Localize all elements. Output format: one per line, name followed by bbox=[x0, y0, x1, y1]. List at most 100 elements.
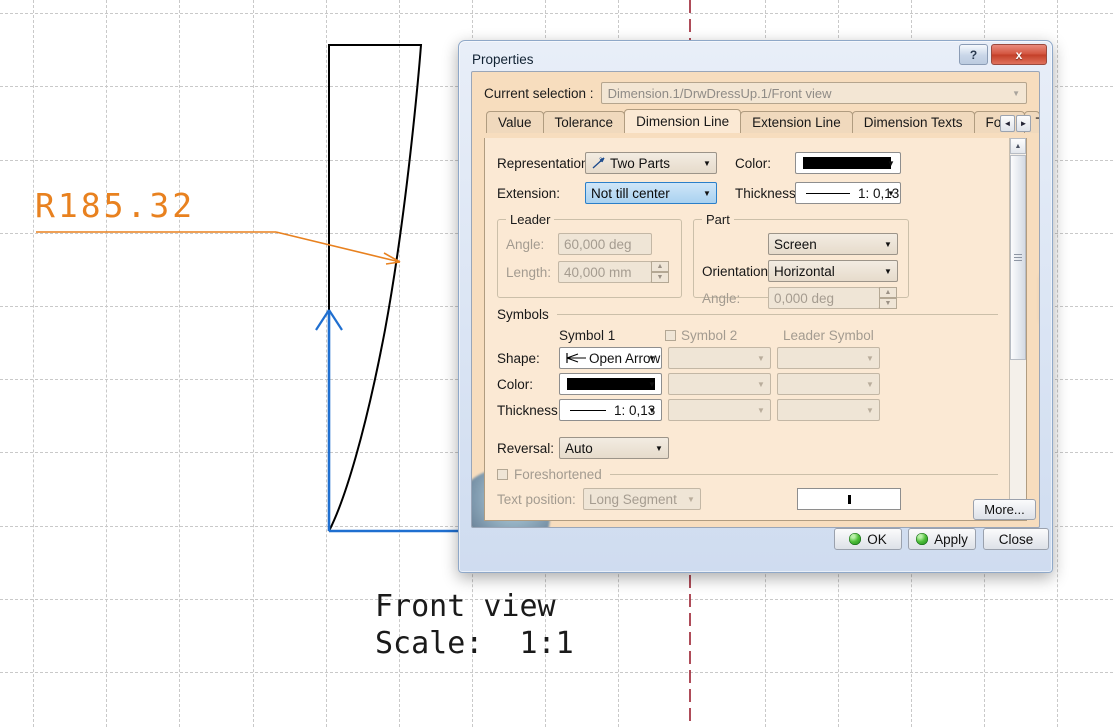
symbol2-color-combo[interactable]: ▼ bbox=[668, 373, 771, 395]
pane-scrollbar[interactable]: ▲ ▼ bbox=[1009, 138, 1026, 520]
help-icon[interactable]: ? bbox=[959, 44, 988, 65]
text-position-row: Text position: Long Segment ▼ bbox=[497, 488, 998, 510]
symbols-section-header: Symbols bbox=[497, 307, 998, 322]
symbol-color-label: Color: bbox=[497, 376, 534, 392]
part-mode-row: Screen ▼ bbox=[702, 233, 900, 255]
symbol1-col-header: Symbol 1 bbox=[559, 328, 616, 343]
representation-value: Two Parts bbox=[610, 155, 671, 171]
symbol1-shape-combo[interactable]: Open Arrow ▼ bbox=[559, 347, 662, 369]
leader-angle-value: 60,000 deg bbox=[564, 236, 632, 252]
stepper-down-icon[interactable]: ▼ bbox=[879, 298, 897, 309]
part-angle-value: 0,000 deg bbox=[774, 290, 835, 306]
symbol-color-row: Color: ▼ ▼ ▼ bbox=[497, 373, 998, 395]
tab-scroll-buttons[interactable]: ◄ ► bbox=[1000, 115, 1031, 132]
leader-group-legend: Leader bbox=[510, 212, 551, 227]
symbol1-color-combo[interactable]: ▼ bbox=[559, 373, 662, 395]
dimline-thickness-label: Thickness: bbox=[735, 185, 800, 201]
leader-symbol-thickness-combo[interactable]: ▼ bbox=[777, 399, 880, 421]
dimline-color-label: Color: bbox=[735, 155, 772, 171]
chevron-down-icon: ▼ bbox=[887, 188, 895, 198]
tab-bar[interactable]: Value Tolerance Dimension Line Extension… bbox=[472, 104, 1039, 133]
chevron-down-icon: ▼ bbox=[884, 239, 892, 249]
text-position-preview[interactable] bbox=[797, 488, 901, 510]
representation-combo[interactable]: 2 Two Parts ▼ bbox=[585, 152, 717, 174]
symbol2-checkbox[interactable] bbox=[665, 330, 676, 341]
close-button[interactable]: Close bbox=[983, 528, 1049, 550]
chevron-down-icon: ▼ bbox=[648, 353, 656, 363]
scroll-up-icon[interactable]: ▲ bbox=[1010, 138, 1026, 154]
tab-dimension-texts[interactable]: Dimension Texts bbox=[851, 111, 975, 133]
leader-length-stepper[interactable]: ▲ ▼ bbox=[651, 261, 669, 283]
dimline-color-combo[interactable]: ▼ bbox=[795, 152, 901, 174]
text-position-value: Long Segment bbox=[589, 491, 677, 507]
part-group: Part Screen ▼ Orientation: Horizontal ▼ … bbox=[693, 212, 909, 309]
symbol2-col-header[interactable]: Symbol 2 bbox=[665, 328, 783, 343]
text-position-combo[interactable]: Long Segment ▼ bbox=[583, 488, 701, 510]
chevron-down-icon: ▼ bbox=[687, 494, 695, 504]
apply-button[interactable]: Apply bbox=[908, 528, 976, 550]
dialog-title: Properties bbox=[472, 52, 534, 67]
part-group-legend: Part bbox=[706, 212, 730, 227]
tab-next-icon[interactable]: ► bbox=[1016, 115, 1031, 132]
leader-angle-field[interactable]: 60,000 deg bbox=[558, 233, 652, 255]
symbol2-shape-combo[interactable]: ▼ bbox=[668, 347, 771, 369]
view-label[interactable]: Front view Scale: 1:1 bbox=[375, 588, 574, 662]
extension-label: Extension: bbox=[497, 185, 561, 201]
dimline-thickness-combo[interactable]: 1: 0,13 ▼ bbox=[795, 182, 901, 204]
scrollbar-thumb[interactable] bbox=[1010, 155, 1026, 360]
current-selection-field[interactable]: Dimension.1/DrwDressUp.1/Front view ▼ bbox=[600, 82, 1027, 104]
chevron-down-icon: ▼ bbox=[884, 266, 892, 276]
stepper-up-icon[interactable]: ▲ bbox=[879, 287, 897, 298]
chevron-down-icon: ▼ bbox=[703, 188, 711, 198]
foreshortened-label: Foreshortened bbox=[514, 467, 602, 482]
leader-symbol-shape-combo[interactable]: ▼ bbox=[777, 347, 880, 369]
dialog-titlebar[interactable]: Properties ? x bbox=[463, 44, 1048, 74]
divider bbox=[556, 314, 998, 315]
chevron-down-icon: ▼ bbox=[757, 353, 765, 363]
stepper-up-icon[interactable]: ▲ bbox=[651, 261, 669, 272]
foreshortened-checkbox[interactable] bbox=[497, 469, 508, 480]
text-position-marker-icon bbox=[847, 494, 851, 504]
chevron-down-icon: ▼ bbox=[703, 158, 711, 168]
foreshortened-row[interactable]: Foreshortened bbox=[497, 467, 998, 482]
part-orientation-combo[interactable]: Horizontal ▼ bbox=[768, 260, 898, 282]
two-parts-icon: 2 bbox=[592, 157, 605, 169]
extension-combo[interactable]: Not till center ▼ bbox=[585, 182, 717, 204]
reversal-combo[interactable]: Auto ▼ bbox=[559, 437, 669, 459]
symbols-legend: Symbols bbox=[497, 307, 549, 322]
chevron-down-icon: ▼ bbox=[866, 379, 874, 389]
leader-symbol-color-combo[interactable]: ▼ bbox=[777, 373, 880, 395]
representation-row: Representation: 2 Two Parts ▼ Color: ▼ bbox=[497, 152, 998, 174]
properties-dialog[interactable]: Properties ? x Current selection : Dimen… bbox=[458, 40, 1053, 573]
symbol-shape-row: Shape: Open Arrow ▼ ▼ ▼ bbox=[497, 347, 998, 369]
extension-row: Extension: Not till center ▼ Thickness: … bbox=[497, 182, 998, 204]
ok-button[interactable]: OK bbox=[834, 528, 902, 550]
reversal-value: Auto bbox=[565, 440, 593, 456]
leader-length-row: Length: 40,000 mm ▲ ▼ bbox=[506, 261, 673, 283]
tab-extension-line[interactable]: Extension Line bbox=[740, 111, 853, 133]
dimension-value-text[interactable]: R185.32 bbox=[35, 186, 195, 225]
chevron-down-icon: ▼ bbox=[887, 158, 895, 168]
current-selection-label: Current selection : bbox=[484, 85, 594, 101]
stepper-down-icon[interactable]: ▼ bbox=[651, 272, 669, 283]
leader-length-field[interactable]: 40,000 mm bbox=[558, 261, 652, 283]
view-label-line1: Front view bbox=[375, 589, 556, 624]
tab-prev-icon[interactable]: ◄ bbox=[1000, 115, 1015, 132]
scrollbar-grip-icon bbox=[1014, 254, 1022, 261]
extension-value: Not till center bbox=[591, 185, 670, 201]
more-button[interactable]: More... bbox=[973, 499, 1036, 520]
part-mode-combo[interactable]: Screen ▼ bbox=[768, 233, 898, 255]
tab-dimension-line[interactable]: Dimension Line bbox=[624, 109, 742, 133]
open-arrow-icon bbox=[566, 353, 586, 363]
part-angle-stepper[interactable]: ▲ ▼ bbox=[879, 287, 897, 309]
shape-label: Shape: bbox=[497, 350, 540, 366]
tab-tolerance[interactable]: Tolerance bbox=[542, 111, 626, 133]
close-icon[interactable]: x bbox=[991, 44, 1047, 65]
chevron-down-icon: ▼ bbox=[648, 405, 656, 415]
part-angle-field[interactable]: 0,000 deg bbox=[768, 287, 880, 309]
symbol2-thickness-combo[interactable]: ▼ bbox=[668, 399, 771, 421]
tab-value[interactable]: Value bbox=[486, 111, 544, 133]
part-angle-row: Angle: 0,000 deg ▲ ▼ bbox=[702, 287, 900, 309]
symbol1-thickness-combo[interactable]: 1: 0,13 ▼ bbox=[559, 399, 662, 421]
leader-angle-label: Angle: bbox=[506, 236, 545, 252]
